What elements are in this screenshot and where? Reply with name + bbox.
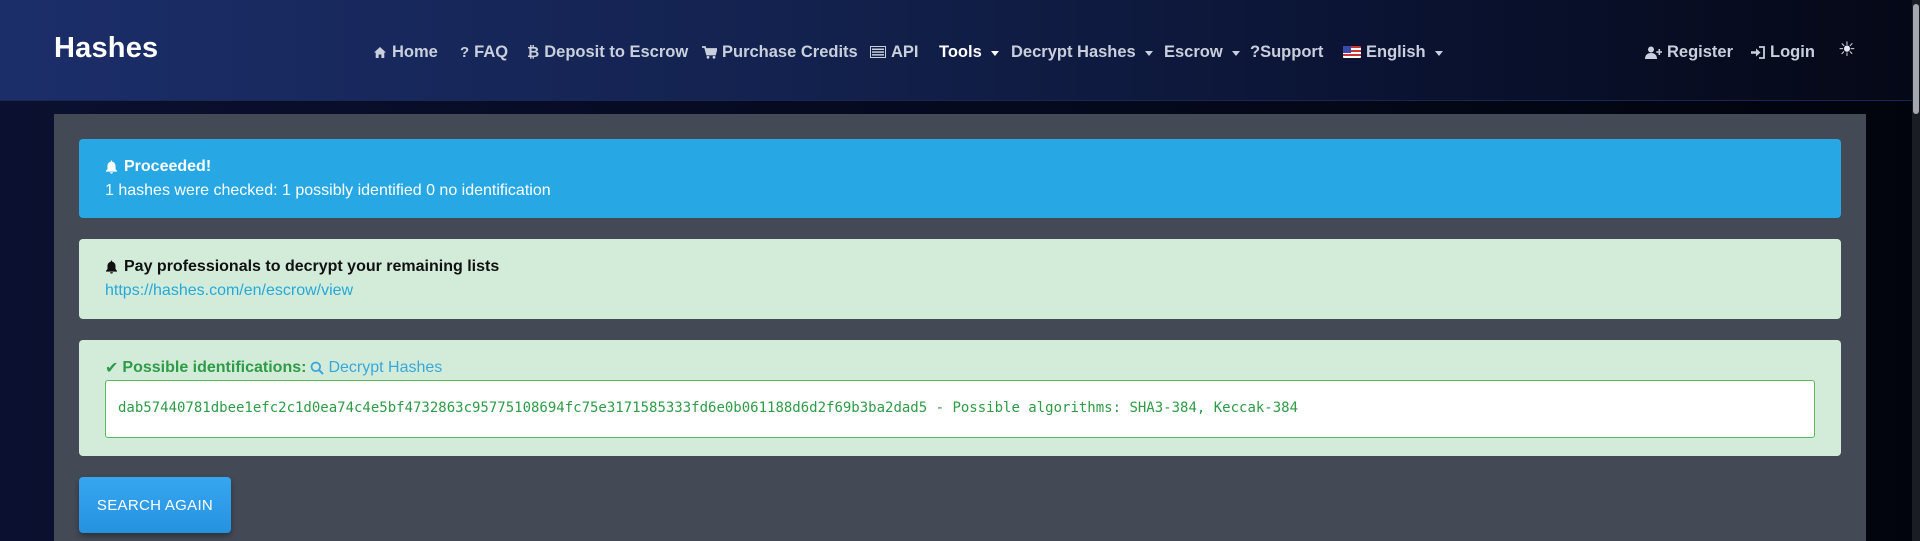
- identifications-title: Possible identifications:: [122, 359, 307, 376]
- page-scrollbar[interactable]: [1912, 0, 1920, 541]
- nav-deposit-escrow[interactable]: ₿ Deposit to Escrow: [527, 40, 688, 64]
- alert-proceeded-title: Proceeded!: [124, 158, 212, 175]
- nav-decrypt-label: Decrypt Hashes: [1011, 42, 1136, 61]
- chevron-down-icon: [1434, 50, 1443, 56]
- home-icon: [373, 46, 387, 59]
- alert-pay-title: Pay professionals to decrypt your remain…: [124, 258, 500, 275]
- nav-register[interactable]: Register: [1645, 40, 1733, 64]
- nav-escrow-label: Escrow: [1164, 42, 1223, 61]
- alert-pay-professionals: Pay professionals to decrypt your remain…: [79, 239, 1841, 319]
- top-navbar: Hashes Home ? FAQ ₿ Deposit to Escrow Pu…: [0, 0, 1920, 101]
- nav-faq[interactable]: ? FAQ: [460, 40, 508, 64]
- chevron-down-icon: [1231, 50, 1240, 56]
- alert-proceeded-body: 1 hashes were checked: 1 possibly identi…: [105, 182, 551, 199]
- nav-purchase-label: Purchase Credits: [722, 42, 858, 61]
- nav-escrow-dropdown[interactable]: Escrow: [1164, 40, 1240, 64]
- nav-decrypt-dropdown[interactable]: Decrypt Hashes: [1011, 40, 1153, 64]
- nav-login[interactable]: Login: [1751, 40, 1815, 64]
- nav-home-label: Home: [392, 42, 438, 61]
- theme-toggle[interactable]: ☀: [1838, 37, 1856, 61]
- bell-icon: [106, 260, 117, 274]
- alert-pay-title-row: Pay professionals to decrypt your remain…: [105, 257, 1815, 277]
- identifications-title-row: ✔ Possible identifications: Decrypt Hash…: [105, 358, 1815, 378]
- nav-tools-dropdown[interactable]: Tools: [939, 40, 999, 64]
- identification-result-box[interactable]: dab57440781dbee1efc2c1d0ea74c4e5bf473286…: [105, 380, 1815, 438]
- alert-identifications: ✔ Possible identifications: Decrypt Hash…: [79, 340, 1841, 456]
- flag-icon: [1343, 46, 1361, 58]
- chevron-down-icon: [1144, 50, 1153, 56]
- chevron-down-icon: [990, 50, 999, 56]
- nav-deposit-label: Deposit to Escrow: [544, 42, 689, 61]
- decrypt-hashes-link-label: Decrypt Hashes: [328, 359, 443, 376]
- nav-register-label: Register: [1667, 42, 1734, 61]
- alert-proceeded: Proceeded! 1 hashes were checked: 1 poss…: [79, 139, 1841, 218]
- nav-support-label: ?Support: [1250, 42, 1324, 61]
- search-icon: [311, 361, 325, 375]
- check-icon: ✔: [105, 360, 119, 377]
- nav-login-label: Login: [1770, 42, 1815, 61]
- nav-home[interactable]: Home: [373, 40, 438, 64]
- results-panel: Proceeded! 1 hashes were checked: 1 poss…: [54, 114, 1866, 541]
- brand-logo[interactable]: Hashes: [54, 32, 158, 65]
- nav-purchase-credits[interactable]: Purchase Credits: [702, 40, 858, 64]
- question-icon: ?: [460, 43, 470, 61]
- alert-proceeded-title-row: Proceeded!: [105, 157, 1815, 177]
- nav-language-dropdown[interactable]: English: [1343, 40, 1443, 64]
- bitcoin-icon: ₿: [527, 43, 540, 61]
- escrow-view-link[interactable]: https://hashes.com/en/escrow/view: [105, 282, 353, 299]
- user-plus-icon: [1645, 46, 1662, 59]
- sun-icon: ☀: [1838, 38, 1856, 61]
- nav-support[interactable]: ?Support: [1250, 40, 1323, 64]
- cart-icon: [702, 45, 717, 59]
- nav-api[interactable]: API: [870, 40, 919, 64]
- nav-api-label: API: [891, 42, 919, 61]
- search-again-button[interactable]: SEARCH AGAIN: [79, 477, 231, 533]
- bell-icon: [106, 160, 117, 174]
- decrypt-hashes-link[interactable]: Decrypt Hashes: [310, 359, 442, 377]
- api-icon: [870, 46, 886, 58]
- alert-pay-body: https://hashes.com/en/escrow/view: [105, 282, 1815, 300]
- nav-language-label: English: [1366, 42, 1426, 61]
- scrollbar-thumb[interactable]: [1913, 4, 1919, 114]
- nav-tools-label: Tools: [939, 42, 982, 61]
- login-icon: [1751, 45, 1765, 59]
- nav-faq-label: FAQ: [474, 42, 509, 61]
